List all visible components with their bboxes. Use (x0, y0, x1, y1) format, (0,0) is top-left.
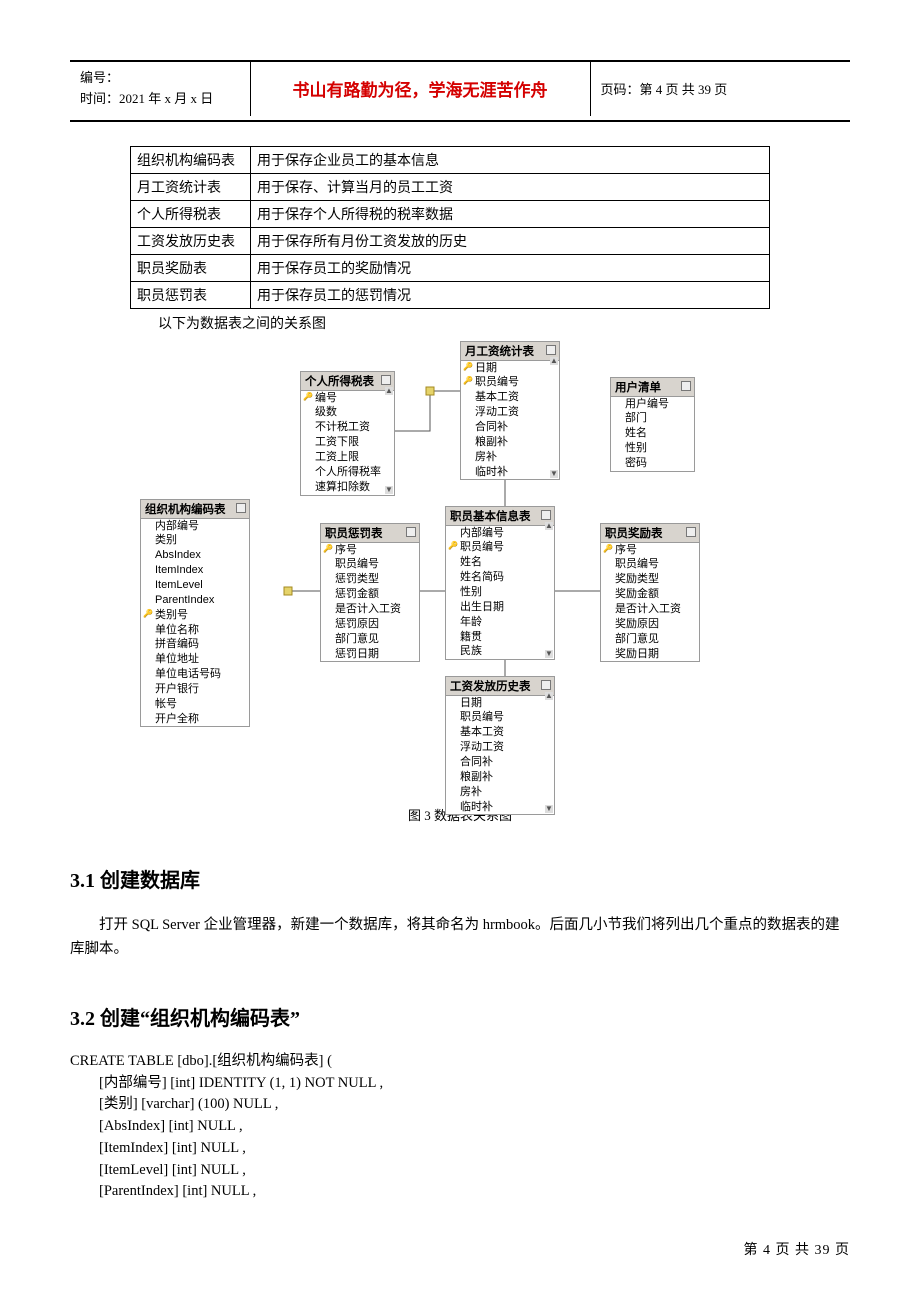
entity-users: 用户清单 用户编号 部门 姓名 性别 密码 (610, 377, 695, 472)
table-name-cell: 工资发放历史表 (131, 227, 251, 254)
scroll-down-icon: ▼ (545, 805, 553, 813)
entity-punish: 职员惩罚表 序号 职员编号 惩罚类型 惩罚金额 是否计入工资 惩罚原因 部门意见… (320, 523, 420, 663)
section-3-1-title: 3.1 创建数据库 (70, 864, 850, 893)
scroll-down-icon: ▼ (385, 486, 393, 494)
table-desc-cell: 用于保存员工的惩罚情况 (251, 281, 770, 308)
table-desc-cell: 用于保存个人所得税的税率数据 (251, 200, 770, 227)
table-row: 组织机构编码表用于保存企业员工的基本信息 (131, 146, 770, 173)
entity-reward: 职员奖励表 序号 职员编号 奖励类型 奖励金额 是否计入工资 奖励原因 部门意见… (600, 523, 700, 663)
table-name-cell: 个人所得税表 (131, 200, 251, 227)
scroll-up-icon: ▲ (545, 522, 553, 530)
table-row: 工资发放历史表用于保存所有月份工资发放的历史 (131, 227, 770, 254)
table-desc-cell: 用于保存企业员工的基本信息 (251, 146, 770, 173)
scroll-up-icon: ▲ (550, 357, 558, 365)
header-date: 时间：2021 年 x 月 x 日 (80, 89, 240, 110)
entity-history: 工资发放历史表 日期 职员编号 基本工资 浮动工资 合同补 粮副补 房补 临时补… (445, 676, 555, 816)
table-desc-cell: 用于保存所有月份工资发放的历史 (251, 227, 770, 254)
table-row: 个人所得税表用于保存个人所得税的税率数据 (131, 200, 770, 227)
section-3-2-title: 3.2 创建“组织机构编码表” (70, 1002, 850, 1031)
scroll-up-icon: ▲ (385, 387, 393, 395)
header-right: 页码：第 4 页 共 39 页 (590, 62, 850, 116)
entity-monthly-salary: 月工资统计表 日期 职员编号 基本工资 浮动工资 合同补 粮副补 房补 临时补 … (460, 341, 560, 481)
table-row: 月工资统计表用于保存、计算当月的员工工资 (131, 173, 770, 200)
entity-employee: 职员基本信息表 内部编号 职员编号 姓名 姓名简码 性别 出生日期 年龄 籍贯 … (445, 506, 555, 661)
scroll-down-icon: ▼ (545, 650, 553, 658)
scroll-down-icon: ▼ (550, 470, 558, 478)
scroll-up-icon: ▲ (545, 692, 553, 700)
table-name-cell: 职员惩罚表 (131, 281, 251, 308)
diagram-intro: 以下为数据表之间的关系图 (158, 313, 850, 333)
section-3-1-para: 打开 SQL Server 企业管理器，新建一个数据库，将其命名为 hrmboo… (70, 913, 850, 962)
tables-list: 组织机构编码表用于保存企业员工的基本信息月工资统计表用于保存、计算当月的员工工资… (130, 146, 770, 309)
header-center: 书山有路勤为径，学海无涯苦作舟 (250, 62, 590, 116)
footer-pagenum: 第 4 页 共 39 页 (70, 1239, 850, 1259)
table-name-cell: 组织机构编码表 (131, 146, 251, 173)
er-diagram: 月工资统计表 日期 职员编号 基本工资 浮动工资 合同补 粮副补 房补 临时补 … (120, 341, 800, 801)
page-header: 编号： 时间：2021 年 x 月 x 日 书山有路勤为径，学海无涯苦作舟 页码… (70, 62, 850, 116)
table-name-cell: 职员奖励表 (131, 254, 251, 281)
table-desc-cell: 用于保存员工的奖励情况 (251, 254, 770, 281)
table-desc-cell: 用于保存、计算当月的员工工资 (251, 173, 770, 200)
table-row: 职员惩罚表用于保存员工的惩罚情况 (131, 281, 770, 308)
entity-tax: 个人所得税表 编号 级数 不计税工资 工资下限 工资上限 个人所得税率 速算扣除… (300, 371, 395, 496)
table-name-cell: 月工资统计表 (131, 173, 251, 200)
table-row: 职员奖励表用于保存员工的奖励情况 (131, 254, 770, 281)
entity-org: 组织机构编码表 内部编号 类别 AbsIndex ItemIndex ItemL… (140, 499, 250, 728)
header-id: 编号： (80, 68, 240, 89)
create-table-code: CREATE TABLE [dbo].[组织机构编码表] ( [内部编号] [i… (70, 1051, 850, 1203)
